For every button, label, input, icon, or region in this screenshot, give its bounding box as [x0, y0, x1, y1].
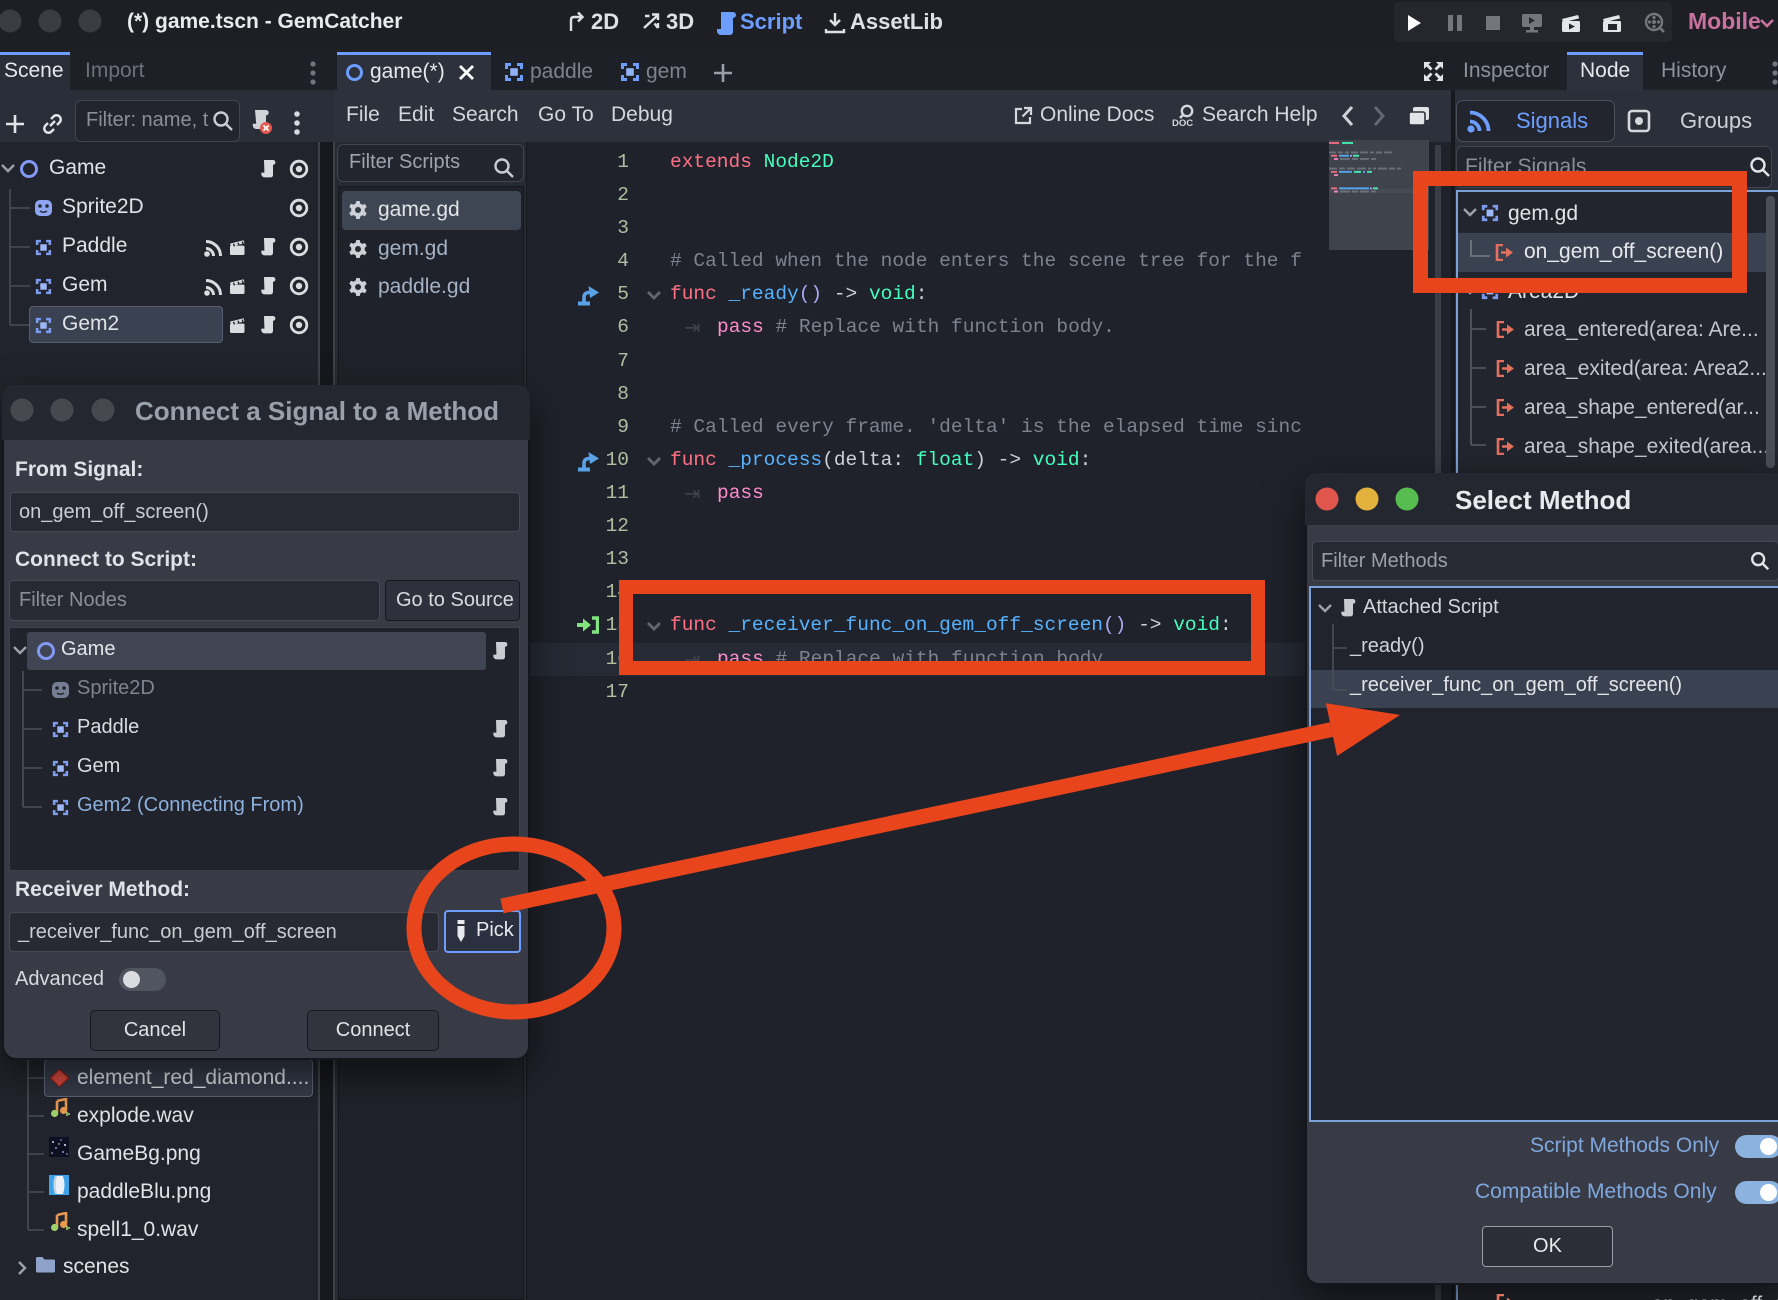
svg-text:DOC: DOC [1172, 118, 1193, 128]
